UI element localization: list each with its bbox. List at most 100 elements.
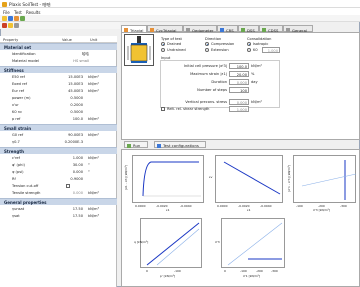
- prop-row[interactable]: Rf 0.9000: [0, 175, 117, 182]
- cell-pressure-input[interactable]: 100.0: [229, 63, 249, 69]
- material-icon[interactable]: [2, 23, 7, 28]
- tab-general[interactable]: General: [283, 25, 313, 33]
- import-icon[interactable]: [14, 16, 19, 21]
- prop-row[interactable]: ν'ur 0.2000: [0, 101, 117, 108]
- prop-row[interactable]: Material model HS small: [0, 57, 117, 64]
- menu-test[interactable]: Test: [14, 10, 22, 15]
- section-small-strain[interactable]: Small strain: [0, 124, 117, 131]
- prop-row[interactable]: c'ref 1.000 kN/m²: [0, 154, 117, 161]
- prop-row[interactable]: G0 ref 90.00E3 kN/m²: [0, 131, 117, 138]
- menu-results[interactable]: Results: [26, 10, 40, 15]
- k0-value-input[interactable]: 1.000: [262, 47, 280, 53]
- chart-p-q[interactable]: [140, 218, 202, 268]
- k0-radio[interactable]: [247, 48, 251, 52]
- section-material-set[interactable]: Material set: [0, 43, 117, 50]
- menu-file[interactable]: File: [3, 10, 10, 15]
- section-general-properties[interactable]: General properties: [0, 198, 117, 205]
- prop-row[interactable]: γ0.7 0.2000E-3: [0, 138, 117, 145]
- app-logo-icon: [2, 1, 7, 7]
- rel-shear-input[interactable]: 1.000: [229, 106, 249, 112]
- isotropic-radio[interactable]: [247, 42, 251, 46]
- chart2-xtick-2: -0.0040: [260, 204, 272, 208]
- chart-stress-path-sigma3[interactable]: [293, 155, 357, 203]
- extension-radio[interactable]: [205, 48, 209, 52]
- apparatus-base: [131, 61, 147, 63]
- tension-cutoff-checkbox[interactable]: [66, 183, 70, 188]
- chart-4-svg: [146, 222, 200, 266]
- dss-icon: [241, 27, 245, 32]
- prop-row[interactable]: Tension cut-off: [0, 182, 117, 189]
- tab-oedometer[interactable]: Oedometer: [183, 25, 217, 33]
- prop-row[interactable]: K0 nc 0.5000: [0, 108, 117, 115]
- chart1-xtick-0: 0.0000: [135, 204, 146, 208]
- drained-label: Drained: [167, 42, 182, 46]
- prop-row[interactable]: γunsat 17.50 kN/m³: [0, 205, 117, 212]
- prop-value: 0.2000: [70, 102, 83, 107]
- prop-name: power (m): [12, 95, 31, 100]
- tab-cdss[interactable]: CDSS: [259, 25, 283, 33]
- duration-input[interactable]: 0.000: [229, 79, 249, 85]
- tab-triaxial[interactable]: Triaxial: [121, 25, 147, 33]
- prop-unit: °: [88, 169, 90, 174]
- apparatus-drawing: [127, 36, 151, 63]
- prop-row[interactable]: p ref 100.0 kN/m²: [0, 115, 117, 122]
- save-icon[interactable]: [8, 16, 13, 21]
- prop-value: 0.000: [72, 190, 83, 195]
- max-strain-label: Maximum strain |ε1|: [190, 72, 227, 76]
- section-strength[interactable]: Strength: [0, 147, 117, 154]
- prop-value: 0.9000: [70, 176, 83, 181]
- direction-label: Direction: [205, 37, 222, 41]
- prop-row[interactable]: Tensile strength 0.000 kN/m²: [0, 189, 117, 196]
- cdss-icon: [262, 27, 266, 32]
- chart-deviatoric-stress[interactable]: [132, 155, 204, 203]
- prop-row[interactable]: φ' (phi) 30.00 °: [0, 161, 117, 168]
- prop-name: c'ref: [12, 155, 20, 160]
- run-icon: [127, 143, 131, 148]
- undrained-radio[interactable]: [161, 48, 165, 52]
- prop-unit: kN/m²: [88, 190, 99, 195]
- rel-shear-checkbox[interactable]: [161, 107, 165, 111]
- prop-row[interactable]: γsat 17.50 kN/m³: [0, 212, 117, 219]
- prop-value: 0.000: [72, 169, 83, 174]
- drained-radio[interactable]: [161, 42, 165, 46]
- col-property: Property: [3, 37, 19, 42]
- chart-sigma1-sigma3[interactable]: [221, 218, 285, 268]
- tab-dss[interactable]: DSS: [238, 25, 259, 33]
- compression-radio[interactable]: [205, 42, 209, 46]
- max-strain-input[interactable]: 20.00: [229, 71, 249, 77]
- prop-row[interactable]: ψ (psi) 0.000 °: [0, 168, 117, 175]
- test-configurations-button[interactable]: Test configurations: [154, 141, 206, 148]
- failure-line-pq: [156, 228, 200, 266]
- prop-row[interactable]: E50 ref 15.00E3 kN/m²: [0, 73, 117, 80]
- chart-volumetric-strain[interactable]: [215, 155, 283, 203]
- chart1-xlabel: ε1: [166, 208, 170, 212]
- folder-icon[interactable]: [8, 23, 13, 28]
- tab-cyctriaxial[interactable]: CycTriaxial: [147, 25, 183, 33]
- chart4-xtick-1: -100: [174, 269, 181, 273]
- compression-label: Compression: [211, 42, 235, 46]
- section-stiffness[interactable]: Stiffness: [0, 66, 117, 73]
- crs-icon: [220, 27, 224, 32]
- failure-line: [301, 173, 357, 187]
- prop-row[interactable]: power (m) 0.5000: [0, 94, 117, 101]
- run-button[interactable]: Run: [124, 141, 148, 148]
- export-icon[interactable]: [20, 16, 25, 21]
- col-value: Value: [62, 37, 72, 42]
- tab-crs[interactable]: CRS: [217, 25, 238, 33]
- open-folder-icon[interactable]: [2, 16, 7, 21]
- chart4-xtick-0: 0: [146, 269, 148, 273]
- prop-row[interactable]: Identification 哈哈: [0, 50, 117, 57]
- chart2-xlabel: ε1: [247, 208, 251, 212]
- vertical-precons-input[interactable]: 0.000: [229, 99, 249, 105]
- prop-row[interactable]: Eoed ref 15.00E3 kN/m²: [0, 80, 117, 87]
- type-of-test-label: Type of test: [161, 37, 182, 41]
- prop-row[interactable]: Eur ref 45.00E3 kN/m²: [0, 87, 117, 94]
- undrained-label: Undrained: [167, 48, 186, 52]
- prop-value: 0.2000E-3: [64, 139, 83, 144]
- toolbar-secondary: [0, 22, 120, 29]
- chart5-xtick-1: -100: [240, 269, 247, 273]
- chart-5-svg: [227, 222, 283, 266]
- prop-value: 100.0: [72, 116, 83, 121]
- steps-input[interactable]: 100: [229, 87, 249, 93]
- settings-icon[interactable]: [14, 23, 19, 28]
